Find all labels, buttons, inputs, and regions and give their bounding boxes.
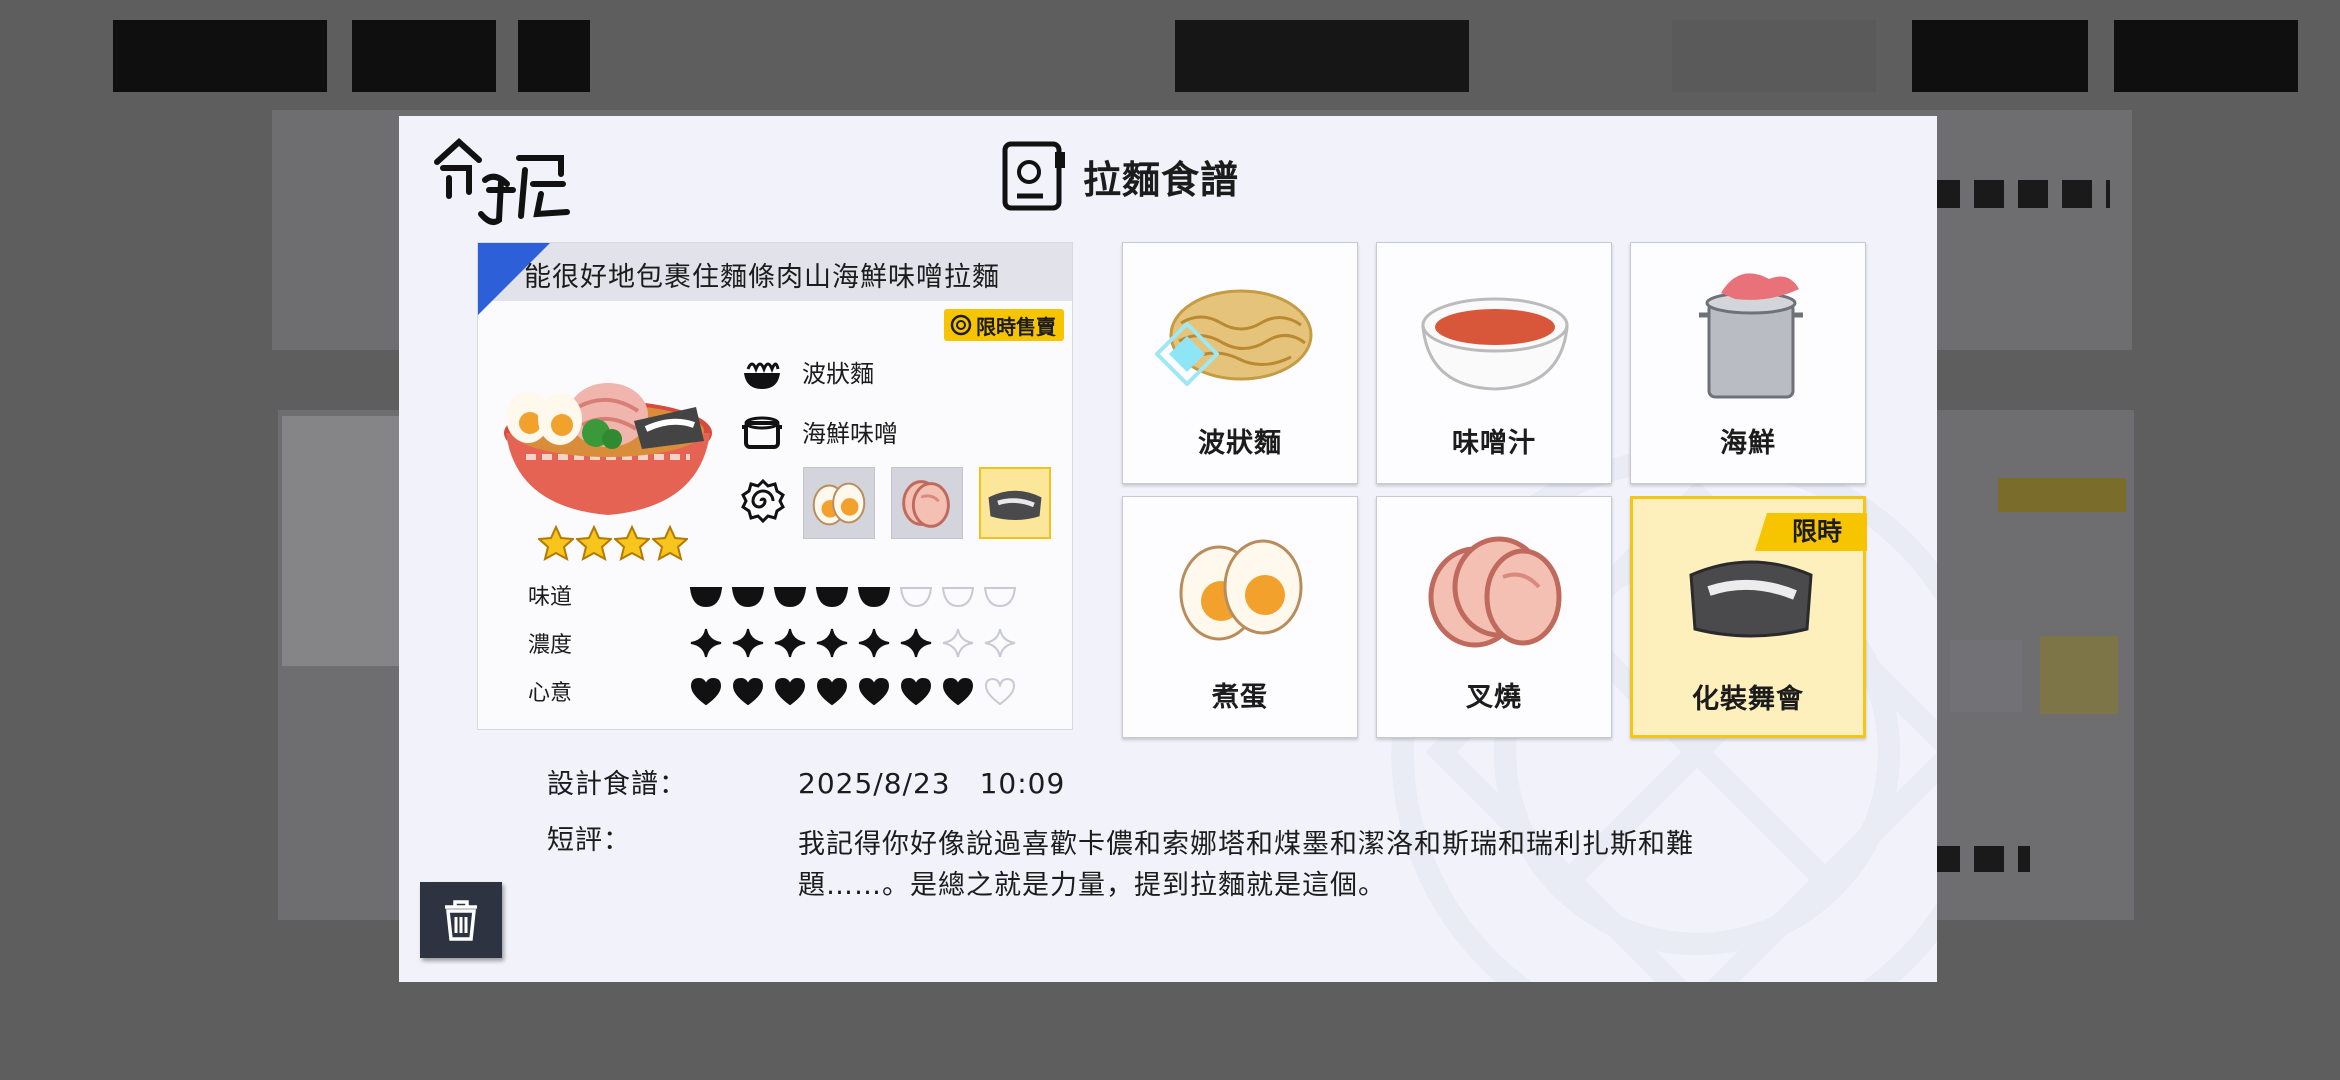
back-button <box>113 20 327 92</box>
ingredient-chashu[interactable]: 叉燒 <box>1376 496 1612 738</box>
design-date-label: 設計食譜： <box>547 769 687 800</box>
review-label: 短評： <box>547 825 631 856</box>
ingredient-boiled-egg[interactable]: 煮蛋 <box>1122 496 1358 738</box>
heart-icon <box>816 677 848 706</box>
heart-icon <box>984 677 1016 706</box>
heart-icon <box>690 677 722 706</box>
stat-heart: 心意 <box>528 675 1018 707</box>
soup-component: 海鮮味噌 <box>740 409 898 453</box>
stat-heart-label: 心意 <box>528 681 573 706</box>
miso-soup-icon <box>1421 297 1569 391</box>
star-icon <box>538 525 574 561</box>
sparkle-icon <box>816 628 848 658</box>
modal-title: 拉麵食譜 <box>999 136 1239 216</box>
cursor-diamond-icon <box>1155 322 1219 386</box>
bowl-icon <box>857 587 891 608</box>
chashu-icon <box>1428 536 1562 648</box>
sparkle-icon <box>732 628 764 658</box>
limited-sale-text: 限時售賣 <box>976 314 1056 339</box>
delete-button[interactable] <box>420 882 502 958</box>
sparkle-icon <box>858 628 890 658</box>
heart-icon <box>774 677 806 706</box>
boiled-egg-icon <box>1179 539 1303 641</box>
pot-icon <box>742 416 782 449</box>
topping-slot-egg[interactable] <box>803 467 875 539</box>
heart-icon <box>942 677 974 706</box>
recipe-rating <box>538 525 688 561</box>
noodle-icon <box>744 362 780 389</box>
stat-flavor-meter <box>688 580 1018 610</box>
ingredient-masquerade[interactable]: 限時 化裝舞會 <box>1630 496 1867 738</box>
masquerade-icon <box>1689 560 1813 638</box>
ingredient-label: 波狀麵 <box>1198 428 1282 459</box>
bowl-icon <box>941 587 975 608</box>
sort-tab <box>1672 20 1876 92</box>
heart-icon <box>858 677 890 706</box>
filter-button <box>1912 20 2088 92</box>
sparkle-icon <box>984 628 1016 658</box>
menu-button <box>352 20 496 92</box>
soup-label: 海鮮味噌 <box>802 419 898 448</box>
sparkle-icon <box>942 628 974 658</box>
view-button <box>2114 20 2298 92</box>
ingredient-miso-soup[interactable]: 味噌汁 <box>1376 242 1612 484</box>
recipe-card: 能很好地包裹住麵條肉山海鮮味噌拉麵 限時售賣 波狀麵 海鮮味噌 味道 濃度 心意 <box>477 242 1073 730</box>
background-toolbar <box>0 0 2340 110</box>
bowl-icon <box>731 587 765 608</box>
recipe-name: 能很好地包裹住麵條肉山海鮮味噌拉麵 <box>524 262 1000 293</box>
background-card-image <box>282 416 402 666</box>
heart-icon <box>732 677 764 706</box>
topping-slot-chashu[interactable] <box>891 467 963 539</box>
bowl-icon <box>899 587 933 608</box>
topping-slot-masquerade[interactable] <box>979 467 1051 539</box>
stat-richness-label: 濃度 <box>528 633 573 658</box>
bowl-icon <box>983 587 1017 608</box>
stat-flavor: 味道 <box>528 579 1018 611</box>
star-icon <box>614 525 650 561</box>
chashu-icon <box>902 480 950 528</box>
background-hearts <box>1930 180 2110 208</box>
background-hearts-2 <box>1930 846 2030 872</box>
time-button <box>518 20 590 92</box>
ramen-recipe-modal: 拉麵食譜 能很好地包裹住麵條肉山海鮮味噌拉麵 限時售賣 波狀麵 海鮮味噌 味道 … <box>399 116 1937 982</box>
seafood-pot-icon <box>1699 273 1803 399</box>
background-tag <box>1998 478 2126 512</box>
ingredient-label: 化裝舞會 <box>1692 684 1804 715</box>
background-thumb-1 <box>1950 640 2022 712</box>
noodle-component: 波狀麵 <box>740 349 874 393</box>
sparkle-icon <box>690 628 722 658</box>
ingredient-label: 海鮮 <box>1720 428 1776 459</box>
stat-flavor-label: 味道 <box>528 585 573 610</box>
noodle-label: 波狀麵 <box>802 359 874 388</box>
sparkle-icon <box>900 628 932 658</box>
masquerade-icon <box>988 490 1042 520</box>
trash-icon <box>445 900 477 941</box>
bowl-icon <box>773 587 807 608</box>
fate-house-logo <box>434 137 570 225</box>
edit-button <box>1175 20 1469 92</box>
star-icon <box>652 525 688 561</box>
background-thumb-2 <box>2040 636 2118 714</box>
ingredient-label: 叉燒 <box>1466 682 1522 713</box>
design-date-value: 2025/8/23 10:09 <box>798 767 1066 800</box>
page-title: 拉麵食譜 <box>1083 157 1240 202</box>
ramen-bowl-image <box>504 383 712 515</box>
review-text: 我記得你好像說過喜歡卡儂和索娜塔和煤墨和潔洛和斯瑞和瑞利扎斯和難題……。是總之就… <box>798 829 1694 901</box>
recipe-book-icon <box>1002 141 1065 211</box>
bowl-icon <box>689 587 723 608</box>
ingredient-label: 煮蛋 <box>1212 682 1268 713</box>
bowl-icon <box>815 587 849 608</box>
heart-icon <box>900 677 932 706</box>
ingredient-seafood[interactable]: 海鮮 <box>1630 242 1866 484</box>
limited-icon <box>950 314 972 336</box>
stat-heart-meter <box>688 676 1018 706</box>
stat-richness: 濃度 <box>528 627 1018 659</box>
ingredient-label: 味噌汁 <box>1452 428 1536 459</box>
limited-sale-badge: 限時售賣 <box>944 309 1064 341</box>
sparkle-icon <box>774 628 806 658</box>
stat-richness-meter <box>688 628 1018 658</box>
star-icon <box>576 525 612 561</box>
boiled-egg-icon <box>812 482 866 526</box>
naruto-icon <box>741 478 785 524</box>
